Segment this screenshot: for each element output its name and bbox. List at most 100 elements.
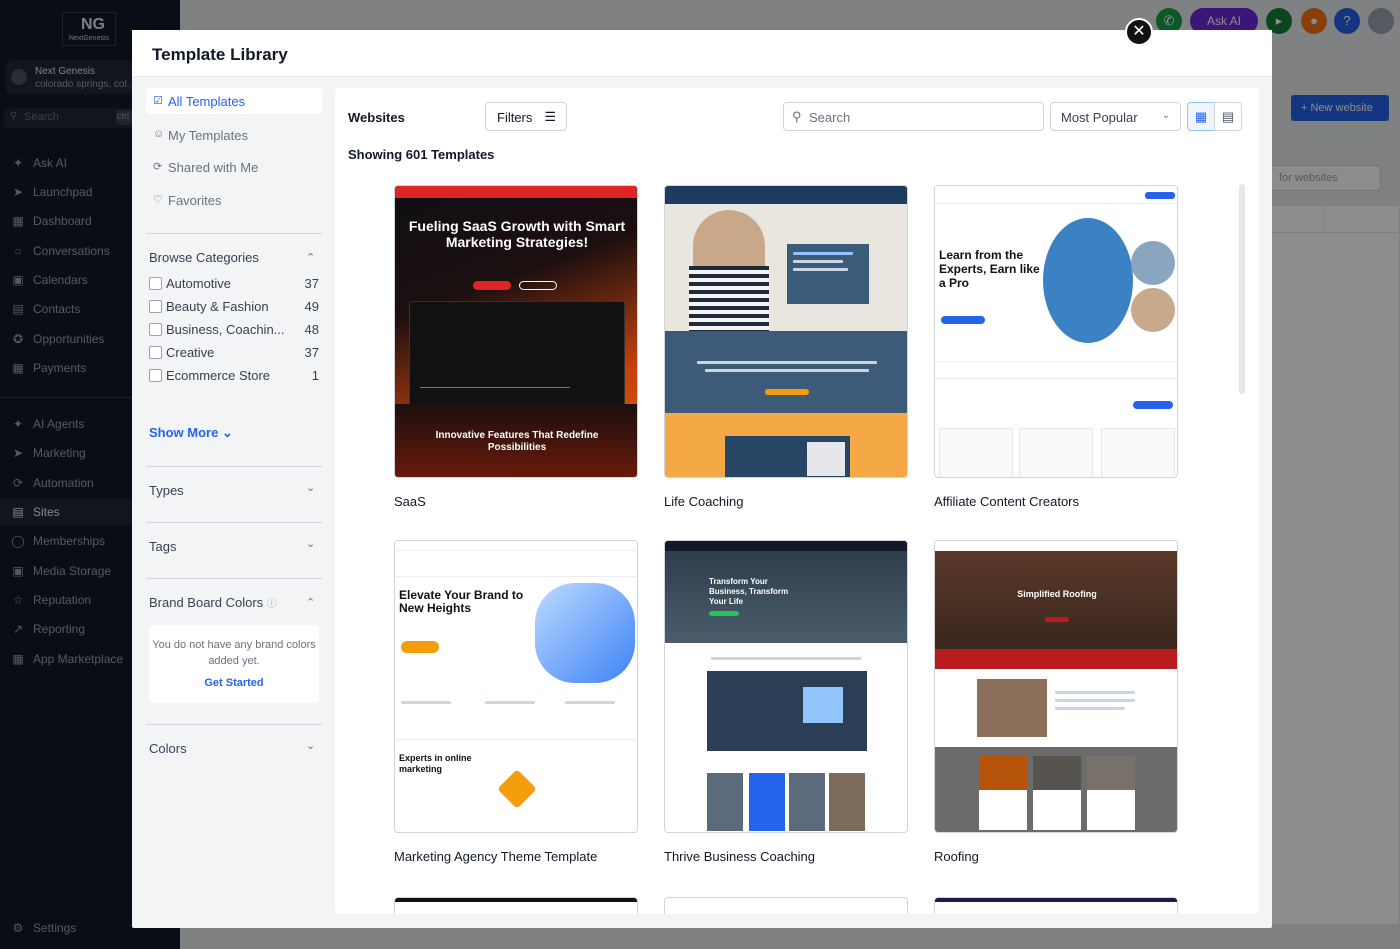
checkbox[interactable] bbox=[149, 300, 162, 313]
thumbnail-subheadline: Innovative Features That Redefine Possib… bbox=[435, 430, 599, 453]
grid-view-toggle[interactable]: ▦ bbox=[1187, 102, 1215, 131]
tags-title[interactable]: Tags bbox=[149, 539, 176, 554]
template-name[interactable]: Marketing Agency Theme Template bbox=[394, 849, 597, 864]
nav-label: Favorites bbox=[168, 193, 222, 208]
search-placeholder: Search bbox=[809, 110, 851, 125]
close-modal-button[interactable]: ✕ bbox=[1125, 18, 1153, 46]
brand-colors-empty-state: You do not have any brand colors added y… bbox=[149, 625, 319, 703]
list-icon: ▤ bbox=[1221, 109, 1235, 124]
chevron-up-icon[interactable]: ⌃ bbox=[306, 596, 315, 609]
template-name[interactable]: Roofing bbox=[934, 849, 979, 864]
divider bbox=[146, 578, 322, 579]
check-square-icon: ☑ bbox=[153, 95, 163, 107]
nav-shared-with-me[interactable]: ⟳ Shared with Me bbox=[146, 154, 322, 180]
show-more-label: Show More bbox=[149, 425, 219, 440]
template-thumbnail[interactable]: Fueling SaaS Growth with Smart Marketing… bbox=[394, 185, 638, 478]
category-automotive[interactable]: Automotive 37 bbox=[149, 275, 319, 293]
template-thumbnail[interactable]: Simplified Roofing bbox=[934, 540, 1178, 833]
nav-label: All Templates bbox=[168, 94, 246, 109]
modal-title: Template Library bbox=[152, 45, 288, 64]
template-thumbnail[interactable]: Learn from the Experts, Earn like a Pro bbox=[934, 185, 1178, 478]
close-icon: ✕ bbox=[1132, 23, 1146, 40]
scrollbar[interactable] bbox=[1239, 184, 1245, 394]
grid-icon: ▦ bbox=[1194, 109, 1208, 124]
category-label: Automotive bbox=[166, 276, 232, 291]
template-card-partial[interactable] bbox=[664, 897, 908, 914]
thumbnail-subheadline: Experts in online marketing bbox=[399, 753, 472, 774]
divider bbox=[146, 233, 322, 234]
category-ecommerce-store[interactable]: Ecommerce Store 1 bbox=[149, 367, 319, 385]
get-started-link[interactable]: Get Started bbox=[149, 675, 319, 691]
template-name[interactable]: Thrive Business Coaching bbox=[664, 849, 815, 864]
search-icon: ⚲ bbox=[792, 109, 802, 124]
template-card-partial[interactable] bbox=[394, 897, 638, 914]
category-label: Beauty & Fashion bbox=[166, 299, 269, 314]
thumbnail-headline: Simplified Roofing bbox=[1017, 589, 1097, 599]
sort-select[interactable]: Most Popular ⌄ bbox=[1050, 102, 1181, 131]
thumbnail-headline: Learn from the Experts, Earn like a Pro bbox=[939, 248, 1040, 290]
template-thumbnail[interactable] bbox=[664, 185, 908, 478]
templates-count: Showing 601 Templates bbox=[348, 147, 495, 162]
heart-icon: ♡ bbox=[153, 194, 163, 206]
divider bbox=[146, 724, 322, 725]
category-beauty-fashion[interactable]: Beauty & Fashion 49 bbox=[149, 298, 319, 316]
chevron-up-icon[interactable]: ⌃ bbox=[306, 251, 315, 264]
chevron-down-icon[interactable]: ⌄ bbox=[306, 481, 315, 494]
library-sidebar: ☑ All Templates ☺ My Templates ⟳ Shared wit… bbox=[146, 88, 322, 918]
brand-colors-label: Brand Board Colors bbox=[149, 595, 264, 610]
checkbox[interactable] bbox=[149, 323, 162, 336]
user-icon: ☺ bbox=[153, 128, 165, 140]
divider bbox=[146, 522, 322, 523]
category-label: Creative bbox=[166, 345, 215, 360]
chevron-down-icon: ⌄ bbox=[221, 425, 233, 440]
content-title: Websites bbox=[348, 110, 405, 125]
divider bbox=[146, 466, 322, 467]
sliders-icon: ☰ bbox=[544, 109, 556, 124]
category-label: Ecommerce Store bbox=[166, 368, 271, 383]
template-card-partial[interactable] bbox=[934, 897, 1178, 914]
template-name[interactable]: Life Coaching bbox=[664, 494, 744, 509]
show-more-button[interactable]: Show More ⌄ bbox=[149, 425, 233, 441]
category-creative[interactable]: Creative 37 bbox=[149, 344, 319, 362]
checkbox[interactable] bbox=[149, 346, 162, 359]
thumbnail-headline: Transform Your Business, Transform Your … bbox=[709, 577, 789, 606]
nav-label: My Templates bbox=[168, 128, 248, 143]
template-thumbnail[interactable]: Transform Your Business, Transform Your … bbox=[664, 540, 908, 833]
thumbnail-headline: Fueling SaaS Growth with Smart Marketing… bbox=[408, 218, 626, 250]
category-count: 1 bbox=[311, 368, 319, 383]
template-search-input[interactable]: ⚲ Search bbox=[783, 102, 1044, 131]
types-title[interactable]: Types bbox=[149, 483, 184, 498]
checkbox[interactable] bbox=[149, 277, 162, 290]
category-label: Business, Coachin... bbox=[166, 322, 285, 337]
browse-categories-title[interactable]: Browse Categories bbox=[149, 250, 259, 265]
list-view-toggle[interactable]: ▤ bbox=[1214, 102, 1242, 131]
modal-header: Template Library bbox=[132, 30, 1272, 77]
sort-value: Most Popular bbox=[1061, 110, 1138, 125]
share-icon: ⟳ bbox=[153, 161, 163, 173]
category-count: 48 bbox=[304, 322, 319, 337]
brand-colors-empty-text: You do not have any brand colors added y… bbox=[152, 639, 316, 667]
template-library-modal: Template Library ☑ All Templates ☺ My Temp… bbox=[132, 30, 1272, 928]
filters-label: Filters bbox=[497, 110, 533, 125]
template-name[interactable]: SaaS bbox=[394, 494, 426, 509]
colors-title[interactable]: Colors bbox=[149, 741, 187, 756]
nav-all-templates[interactable]: ☑ All Templates bbox=[146, 88, 322, 114]
category-business-coaching[interactable]: Business, Coachin... 48 bbox=[149, 321, 319, 339]
chevron-down-icon[interactable]: ⌄ bbox=[306, 739, 315, 752]
brand-colors-title[interactable]: Brand Board Colors ⓘ bbox=[149, 595, 277, 610]
category-count: 37 bbox=[304, 276, 319, 291]
nav-favorites[interactable]: ♡ Favorites bbox=[146, 187, 322, 213]
nav-label: Shared with Me bbox=[168, 160, 259, 175]
category-count: 37 bbox=[304, 345, 319, 360]
filters-button[interactable]: Filters ☰ bbox=[485, 102, 567, 131]
info-icon: ⓘ bbox=[266, 599, 277, 610]
category-count: 49 bbox=[304, 299, 319, 314]
template-thumbnail[interactable]: Elevate Your Brand to New Heights Expert… bbox=[394, 540, 638, 833]
templates-content: Websites Filters ☰ ⚲ Search Most Popular ⌄ … bbox=[335, 88, 1259, 914]
template-name[interactable]: Affiliate Content Creators bbox=[934, 494, 1079, 509]
chevron-down-icon[interactable]: ⌄ bbox=[306, 537, 315, 550]
nav-my-templates[interactable]: ☺ My Templates bbox=[146, 122, 322, 148]
chevron-down-icon: ⌄ bbox=[1161, 110, 1170, 121]
thumbnail-headline: Elevate Your Brand to New Heights bbox=[399, 588, 524, 615]
checkbox[interactable] bbox=[149, 369, 162, 382]
